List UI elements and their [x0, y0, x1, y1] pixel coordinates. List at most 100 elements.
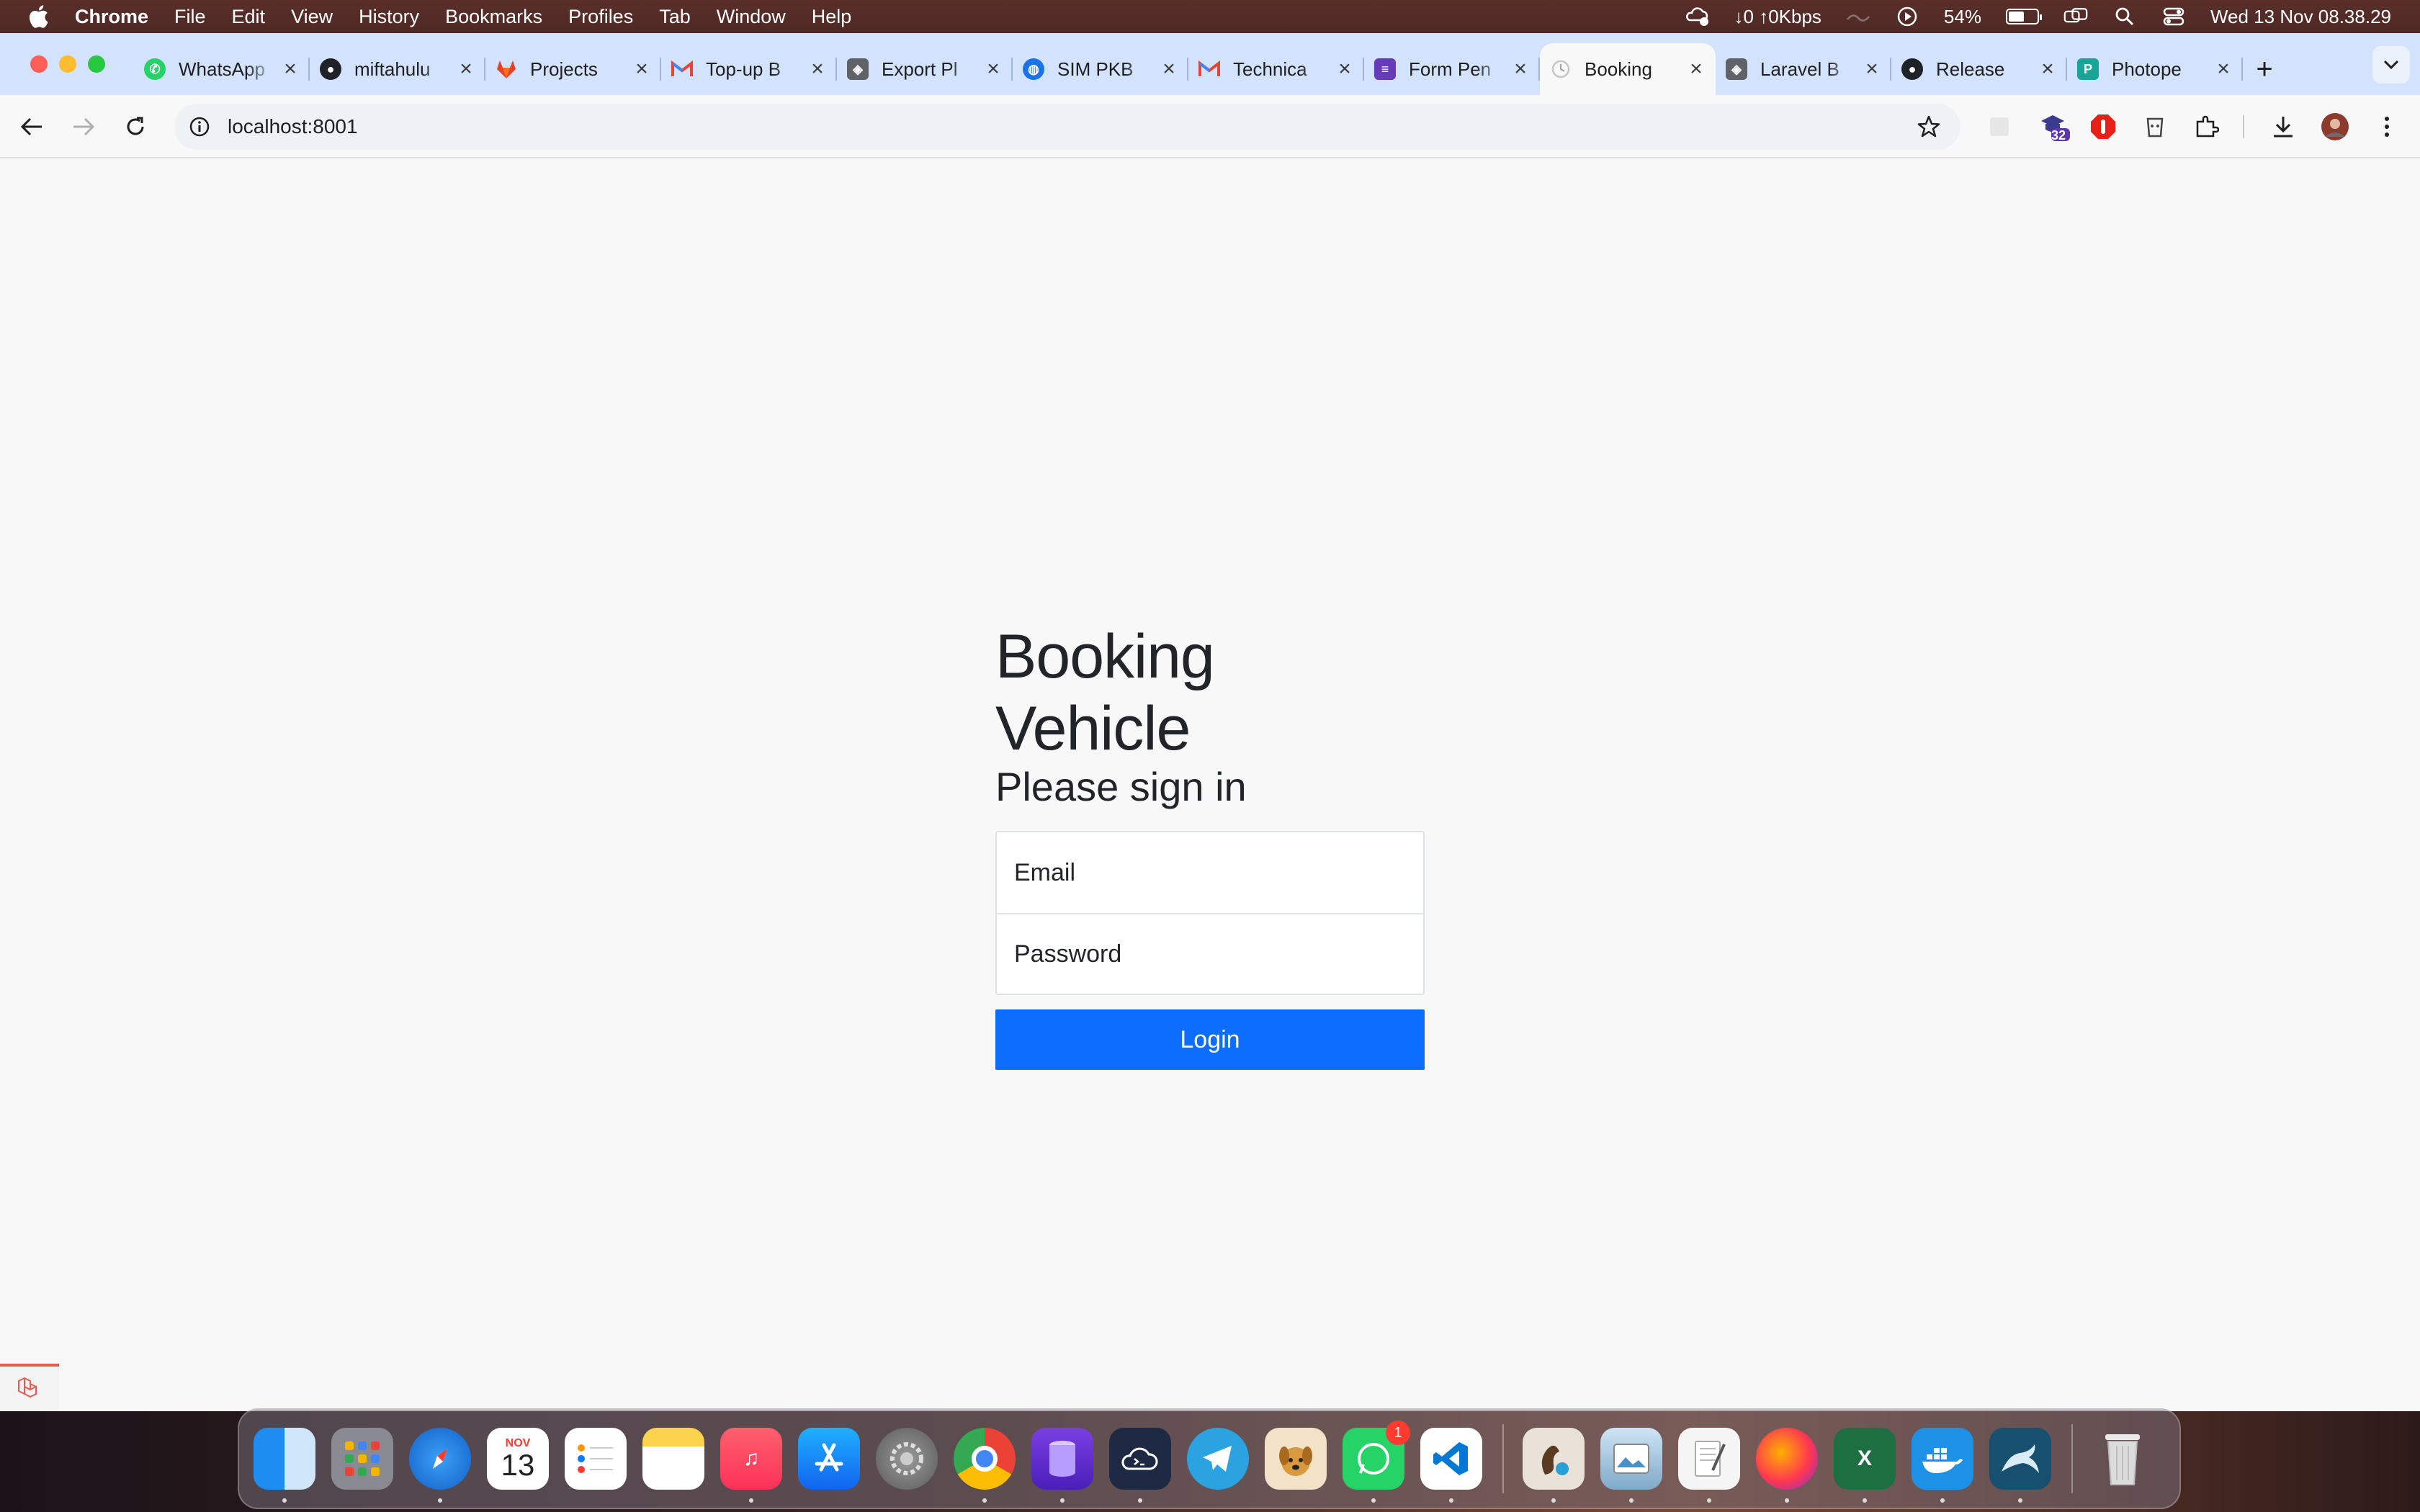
screen-mirroring-icon[interactable] — [2063, 4, 2088, 29]
battery-icon[interactable] — [2005, 9, 2042, 24]
close-tab-icon[interactable]: × — [984, 57, 1003, 81]
new-tab-button[interactable]: + — [2243, 48, 2286, 91]
control-center-icon[interactable] — [2161, 4, 2186, 29]
tab-gmail-technical[interactable]: Technica × — [1188, 48, 1364, 91]
menu-help[interactable]: Help — [812, 6, 852, 28]
tab-strip: ✆ WhatsApp × ● miftahulu × Projects × To… — [0, 33, 2420, 95]
tab-whatsapp[interactable]: ✆ WhatsApp × — [134, 48, 310, 91]
reload-button[interactable] — [114, 105, 157, 148]
url-text[interactable]: localhost:8001 — [228, 115, 358, 138]
reminders-icon[interactable] — [565, 1428, 627, 1490]
tab-laravel[interactable]: ◈ Laravel B × — [1716, 48, 1891, 91]
menu-file[interactable]: File — [174, 6, 206, 28]
database-app-icon[interactable] — [1031, 1428, 1093, 1503]
tab-list: ✆ WhatsApp × ● miftahulu × Projects × To… — [134, 43, 2286, 95]
whatsapp-dock-icon[interactable]: 1 — [1343, 1421, 1410, 1503]
menu-bookmarks[interactable]: Bookmarks — [445, 6, 542, 28]
forward-button[interactable] — [62, 105, 105, 148]
spotlight-search-icon[interactable] — [2112, 4, 2137, 29]
dim-icon[interactable] — [1846, 4, 1870, 29]
login-button[interactable]: Login — [995, 1009, 1425, 1070]
music-icon[interactable]: ♫ — [720, 1428, 782, 1503]
close-tab-icon[interactable]: × — [1335, 57, 1354, 81]
close-tab-icon[interactable]: × — [1863, 57, 1881, 81]
browser-window: ✆ WhatsApp × ● miftahulu × Projects × To… — [0, 33, 2420, 1411]
laravel-debugbar-icon[interactable] — [0, 1364, 59, 1411]
menu-tab[interactable]: Tab — [659, 6, 691, 28]
close-tab-icon[interactable]: × — [2214, 57, 2233, 81]
login-form: Booking Vehicle Please sign in Login — [995, 621, 1425, 1070]
tab-title: Technica — [1233, 58, 1307, 80]
terminal-cloud-icon[interactable] — [1109, 1428, 1171, 1503]
minimize-window-button[interactable] — [59, 55, 76, 73]
tab-search-button[interactable] — [2372, 46, 2410, 84]
extension-placeholder-icon[interactable] — [1982, 109, 2017, 144]
tab-gitlab-projects[interactable]: Projects × — [485, 48, 661, 91]
status-app-icon[interactable] — [1685, 4, 1710, 29]
browser-menu-icon[interactable] — [2370, 109, 2404, 144]
menu-app-name[interactable]: Chrome — [75, 6, 148, 28]
back-button[interactable] — [10, 105, 53, 148]
menu-edit[interactable]: Edit — [232, 6, 266, 28]
vscode-icon[interactable] — [1420, 1428, 1482, 1503]
menu-window[interactable]: Window — [717, 6, 786, 28]
close-window-button[interactable] — [30, 55, 48, 73]
notes-icon[interactable] — [642, 1428, 704, 1490]
zoom-window-button[interactable] — [88, 55, 105, 73]
menu-history[interactable]: History — [359, 6, 419, 28]
play-icon[interactable] — [1895, 4, 1919, 29]
clock[interactable]: Wed 13 Nov 08.38.29 — [2210, 6, 2391, 28]
telegram-icon[interactable] — [1187, 1428, 1249, 1490]
trash-icon[interactable] — [2092, 1428, 2154, 1490]
tab-photopea[interactable]: P Photope × — [2067, 48, 2243, 91]
address-bar[interactable]: localhost:8001 — [174, 104, 1960, 150]
tab-title: Laravel B — [1760, 58, 1839, 80]
tab-google-form[interactable]: ≡ Form Pen × — [1364, 48, 1540, 91]
adblock-icon[interactable] — [2086, 109, 2120, 144]
network-speed: ↓0 ↑0Kbps — [1734, 5, 1821, 27]
close-tab-icon[interactable]: × — [1511, 57, 1530, 81]
apple-menu-icon[interactable] — [27, 4, 49, 29]
dog-app-icon[interactable] — [1265, 1428, 1327, 1490]
launchpad-icon[interactable] — [331, 1428, 393, 1490]
tab-sim-pkb[interactable]: ◍ SIM PKB × — [1013, 48, 1188, 91]
close-tab-icon[interactable]: × — [2038, 57, 2057, 81]
textedit-icon[interactable] — [1678, 1428, 1740, 1503]
extension-jar-icon[interactable] — [2138, 109, 2172, 144]
email-input[interactable] — [1014, 858, 1423, 887]
menu-view[interactable]: View — [291, 6, 333, 28]
excel-icon[interactable]: X — [1834, 1428, 1896, 1503]
system-settings-icon[interactable] — [876, 1428, 938, 1490]
password-input[interactable] — [1014, 940, 1423, 968]
firefox-icon[interactable] — [1756, 1428, 1818, 1503]
mysql-workbench-icon[interactable] — [1989, 1428, 2051, 1503]
extensions-puzzle-icon[interactable] — [2190, 109, 2224, 144]
downloads-icon[interactable] — [2266, 109, 2300, 144]
chrome-icon[interactable] — [954, 1428, 1016, 1503]
safari-icon[interactable] — [409, 1428, 471, 1503]
close-tab-icon[interactable]: × — [632, 57, 651, 81]
close-tab-icon[interactable]: × — [1687, 57, 1706, 81]
site-info-icon[interactable] — [189, 116, 210, 138]
docker-icon[interactable] — [1912, 1428, 1973, 1503]
squirrel-app-icon[interactable] — [1523, 1428, 1585, 1503]
tab-export[interactable]: ◈ Export Pl × — [837, 48, 1013, 91]
extension-graduation-icon[interactable]: 32 — [2037, 109, 2071, 144]
tab-github-release[interactable]: ● Release × — [1891, 48, 2067, 91]
photopea-icon: P — [2077, 58, 2099, 80]
close-tab-icon[interactable]: × — [808, 57, 827, 81]
tab-booking-active[interactable]: Booking × — [1540, 43, 1716, 95]
finder-icon[interactable] — [254, 1428, 315, 1503]
profile-avatar[interactable] — [2318, 109, 2352, 144]
preview-icon[interactable] — [1600, 1428, 1662, 1503]
tab-github-profile[interactable]: ● miftahulu × — [310, 48, 485, 91]
app-store-icon[interactable] — [798, 1428, 860, 1490]
menu-profiles[interactable]: Profiles — [568, 6, 633, 28]
page-content: Booking Vehicle Please sign in Login — [0, 160, 2420, 1411]
bookmark-star-icon[interactable] — [1917, 115, 1940, 138]
close-tab-icon[interactable]: × — [281, 57, 300, 81]
calendar-icon[interactable]: NOV 13 — [487, 1428, 549, 1490]
close-tab-icon[interactable]: × — [1160, 57, 1178, 81]
close-tab-icon[interactable]: × — [457, 57, 475, 81]
tab-gmail-topup[interactable]: Top-up B × — [661, 48, 837, 91]
